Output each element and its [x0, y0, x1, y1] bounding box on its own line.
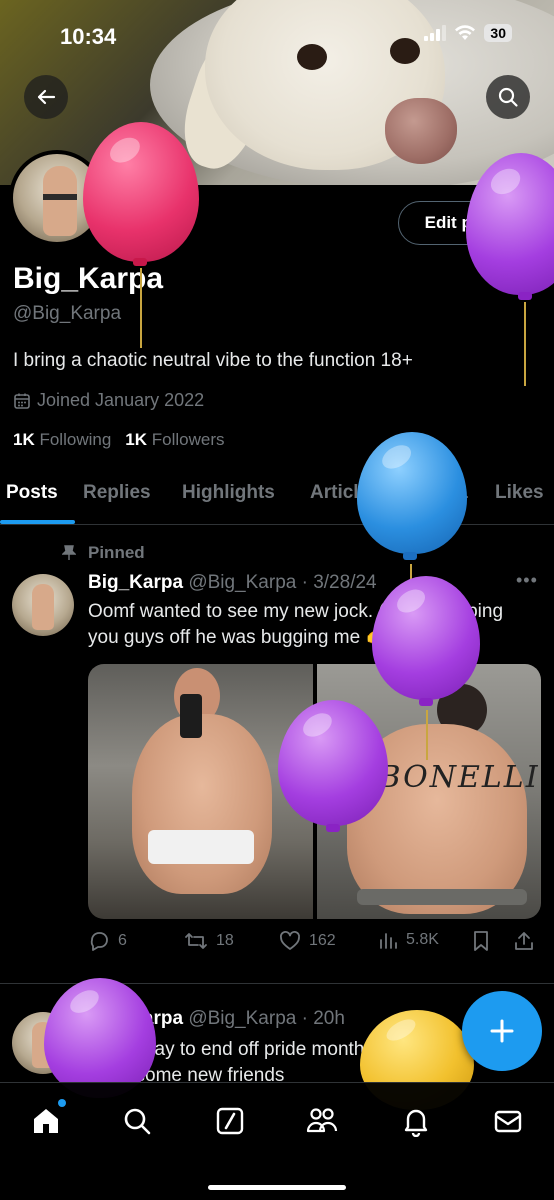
photo-jockstrap — [148, 830, 254, 864]
post-photo-1[interactable] — [88, 664, 313, 919]
profile-handle: @Big_Karpa — [13, 303, 122, 324]
signal-icon — [424, 25, 447, 41]
nav-search[interactable] — [119, 1103, 155, 1139]
joined-date: Joined January 2022 — [13, 390, 204, 411]
banner-dog-nose — [385, 98, 457, 164]
post-text: Oomf wanted to see my new jock. (Im not … — [88, 601, 504, 648]
balloon-knot — [518, 292, 532, 300]
followers-label: Followers — [151, 430, 225, 449]
profile-bio: I bring a chaotic neutral vibe to the fu… — [13, 350, 413, 371]
following-label: Following — [39, 430, 112, 449]
profile-tabs: Posts Replies Highlights Articles Media … — [0, 470, 554, 525]
nav-messages[interactable] — [490, 1103, 526, 1139]
banner-dog-eye — [390, 38, 420, 64]
post-handle-time: @Big_Karpa · 3/28/24 — [188, 572, 377, 593]
post-avatar[interactable] — [12, 574, 74, 636]
grok-icon — [216, 1107, 244, 1135]
post-handle-time: @Big_Karpa · 20h — [188, 1008, 345, 1029]
calendar-icon — [14, 393, 30, 409]
photo-waistband — [356, 889, 527, 905]
views-icon — [380, 933, 397, 949]
communities-icon — [306, 1108, 338, 1133]
followers-link[interactable]: 1K Followers — [125, 430, 224, 450]
bottom-navigation — [0, 1082, 554, 1200]
photo-phone — [180, 694, 202, 738]
nav-communities[interactable] — [304, 1103, 340, 1139]
like-action[interactable]: 162 — [279, 930, 336, 952]
back-arrow-icon — [37, 89, 56, 105]
status-time: 10:34 — [60, 24, 117, 49]
tab-articles[interactable]: Articles — [310, 482, 380, 504]
share-action[interactable] — [513, 930, 535, 952]
notification-dot — [58, 1099, 66, 1107]
reply-icon — [90, 932, 108, 951]
post-photo-2[interactable]: BONELLI — [316, 664, 541, 919]
avatar-harness — [43, 194, 77, 200]
share-icon — [515, 932, 533, 950]
reply-count: 6 — [118, 932, 127, 949]
notifications-icon — [404, 1109, 428, 1137]
home-icon — [34, 1109, 58, 1133]
tab-likes[interactable]: Likes — [495, 482, 544, 504]
battery-indicator: 30 — [484, 24, 512, 42]
pinned-indicator: Pinned — [62, 543, 145, 563]
nav-home[interactable] — [28, 1099, 66, 1139]
display-name: Big_Karpa — [13, 262, 164, 295]
home-indicator — [208, 1185, 346, 1190]
messages-icon — [494, 1110, 522, 1133]
repost-action[interactable]: 18 — [184, 930, 234, 952]
edit-profile-button[interactable]: Edit profile — [398, 201, 540, 245]
more-icon[interactable]: ••• — [516, 570, 538, 591]
tab-highlights[interactable]: Highlights — [182, 482, 275, 504]
avatar-figure — [32, 584, 54, 630]
like-count: 162 — [309, 932, 336, 949]
pin-icon — [62, 545, 76, 560]
search-icon — [498, 87, 518, 107]
following-link[interactable]: 1K Following — [13, 430, 111, 450]
back-button[interactable] — [24, 75, 68, 119]
profile-avatar[interactable] — [9, 150, 105, 246]
status-icons: 30 — [424, 24, 512, 42]
pinned-label: Pinned — [88, 543, 145, 562]
follow-stats: 1K Following 1K Followers — [13, 430, 225, 450]
nav-notifications[interactable] — [398, 1103, 434, 1139]
views-count: 5.8K — [406, 931, 439, 948]
post-author-name[interactable]: Big_Karpa — [88, 572, 183, 593]
nav-grok[interactable] — [212, 1103, 248, 1139]
bookmark-action[interactable] — [471, 930, 491, 952]
wifi-icon — [455, 25, 476, 40]
repost-icon — [185, 933, 207, 949]
like-icon — [280, 931, 300, 950]
back-tattoo: BONELLI — [378, 760, 540, 795]
compose-post-button[interactable] — [462, 991, 542, 1071]
post-actions: 6 18 162 5.8K — [88, 930, 543, 956]
tab-replies[interactable]: Replies — [83, 482, 151, 504]
repost-count: 18 — [216, 932, 234, 949]
avatar-figure — [32, 1022, 54, 1068]
plus-icon — [490, 1019, 514, 1043]
reply-action[interactable]: 6 — [88, 930, 127, 952]
search-icon — [124, 1108, 151, 1135]
post-author-name[interactable]: Big_Karpa — [88, 1008, 183, 1029]
post-header: Big_Karpa @Big_Karpa · 20h — [88, 1008, 345, 1030]
photo-back — [346, 724, 527, 914]
banner-dog-eye — [297, 44, 327, 70]
photo-torso — [132, 714, 272, 894]
post-header: Big_Karpa @Big_Karpa · 3/28/24 — [88, 572, 377, 594]
active-tab-indicator — [0, 520, 75, 524]
avatar-figure — [43, 166, 77, 236]
search-button[interactable] — [486, 75, 530, 119]
tab-media[interactable]: Media — [414, 482, 468, 504]
balloon-string — [524, 302, 526, 386]
following-count: 1K — [13, 430, 35, 449]
balloon-knot — [403, 552, 417, 560]
views-action[interactable]: 5.8K — [378, 930, 439, 950]
post-avatar[interactable] — [12, 1012, 74, 1074]
followers-count: 1K — [125, 430, 148, 449]
post-media[interactable]: BONELLI — [88, 664, 541, 919]
bookmark-icon — [474, 931, 488, 951]
joined-text: Joined January 2022 — [37, 390, 205, 410]
tab-posts[interactable]: Posts — [6, 482, 58, 504]
post-divider — [0, 983, 554, 984]
